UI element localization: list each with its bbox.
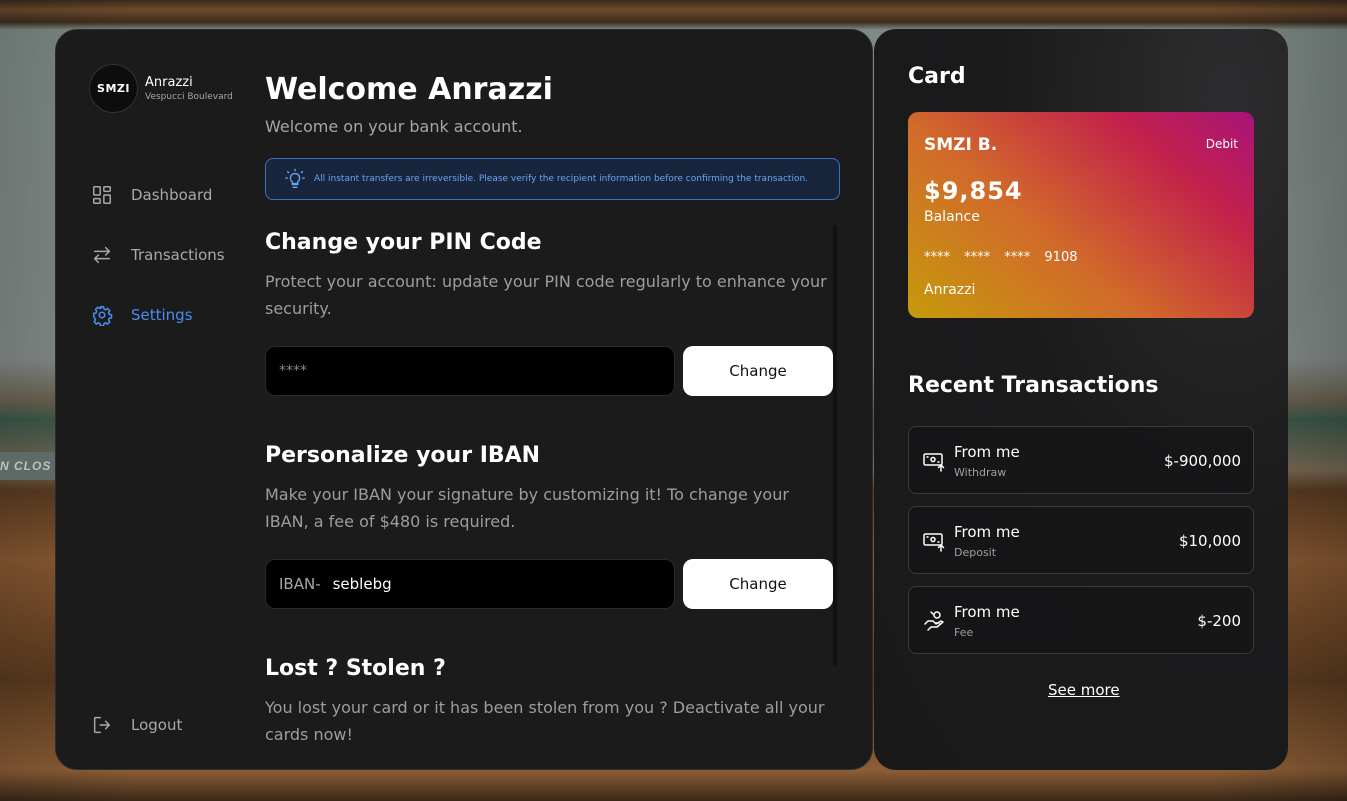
sidebar-item-settings[interactable]: Settings: [91, 304, 193, 326]
profile-name: Anrazzi: [145, 75, 193, 90]
sidebar-item-label: Settings: [131, 306, 193, 324]
pin-section-title: Change your PIN Code: [265, 230, 542, 255]
transaction-type: Deposit: [954, 546, 997, 559]
pin-input[interactable]: ****: [265, 346, 675, 396]
cash-deposit-icon: [923, 533, 945, 552]
iban-input[interactable]: IBAN- seblebg: [265, 559, 675, 609]
iban-section-description: Make your IBAN your signature by customi…: [265, 485, 789, 531]
card-balance: $9,854: [924, 177, 1023, 205]
avatar: SMZI: [89, 64, 138, 113]
settings-content: Welcome Anrazzi Welcome on your bank acc…: [265, 30, 865, 771]
change-pin-button[interactable]: Change: [683, 346, 833, 396]
transaction-item[interactable]: From me Deposit $10,000: [908, 506, 1254, 574]
iban-value: seblebg: [332, 575, 392, 593]
card-balance-label: Balance: [924, 209, 980, 225]
logout-button[interactable]: Logout: [91, 714, 182, 736]
sidebar-item-label: Dashboard: [131, 186, 213, 204]
logout-icon: [93, 716, 111, 734]
info-alert: All instant transfers are irreversible. …: [265, 158, 840, 200]
pin-input-placeholder: ****: [279, 363, 307, 379]
transaction-type: Withdraw: [954, 466, 1007, 479]
transaction-type: Fee: [954, 626, 974, 639]
card-holder: Anrazzi: [924, 282, 976, 298]
bank-main-panel: SMZI Anrazzi Vespucci Boulevard Dashboar…: [55, 29, 873, 770]
transaction-amount: $10,000: [1178, 532, 1241, 550]
card-number: **** **** **** 9108: [924, 250, 1078, 265]
dashboard-icon: [93, 186, 111, 204]
cash-withdraw-icon: [923, 453, 945, 472]
lightbulb-icon: [285, 168, 305, 188]
sidebar-item-label: Transactions: [131, 246, 225, 264]
change-iban-button[interactable]: Change: [683, 559, 833, 609]
pin-section-description: Protect your account: update your PIN co…: [265, 272, 827, 318]
iban-prefix: IBAN-: [279, 575, 321, 593]
profile-location: Vespucci Boulevard: [145, 92, 233, 102]
card-name: SMZI B.: [924, 135, 998, 155]
logout-label: Logout: [131, 716, 183, 734]
transaction-item[interactable]: From me Fee $-200: [908, 586, 1254, 654]
background-sign: N CLOS: [0, 452, 56, 480]
recent-transactions-heading: Recent Transactions: [908, 373, 1159, 398]
bank-card: SMZI B. Debit $9,854 Balance **** **** *…: [908, 112, 1254, 318]
hand-coin-icon: [924, 611, 944, 631]
transaction-title: From me: [954, 603, 1020, 621]
transaction-item[interactable]: From me Withdraw $-900,000: [908, 426, 1254, 494]
transfer-arrows-icon: [93, 246, 111, 264]
card-heading: Card: [908, 64, 966, 89]
iban-section-title: Personalize your IBAN: [265, 443, 541, 468]
page-subtitle: Welcome on your bank account.: [265, 117, 523, 136]
transaction-title: From me: [954, 443, 1020, 461]
transaction-amount: $-900,000: [1164, 452, 1241, 470]
sidebar-item-dashboard[interactable]: Dashboard: [91, 184, 212, 206]
card-panel: Card SMZI B. Debit $9,854 Balance **** *…: [874, 29, 1288, 770]
card-type: Debit: [1205, 137, 1238, 151]
transaction-amount: $-200: [1197, 612, 1241, 630]
lost-section-description: You lost your card or it has been stolen…: [265, 698, 825, 744]
sidebar-item-transactions[interactable]: Transactions: [91, 244, 225, 266]
gear-icon: [92, 305, 113, 326]
see-more-link[interactable]: See more: [1048, 681, 1120, 699]
profile: SMZI Anrazzi Vespucci Boulevard: [89, 64, 233, 113]
alert-text: All instant transfers are irreversible. …: [314, 174, 809, 184]
page-title: Welcome Anrazzi: [265, 72, 553, 107]
transaction-title: From me: [954, 523, 1020, 541]
lost-section-title: Lost ? Stolen ?: [265, 656, 446, 681]
